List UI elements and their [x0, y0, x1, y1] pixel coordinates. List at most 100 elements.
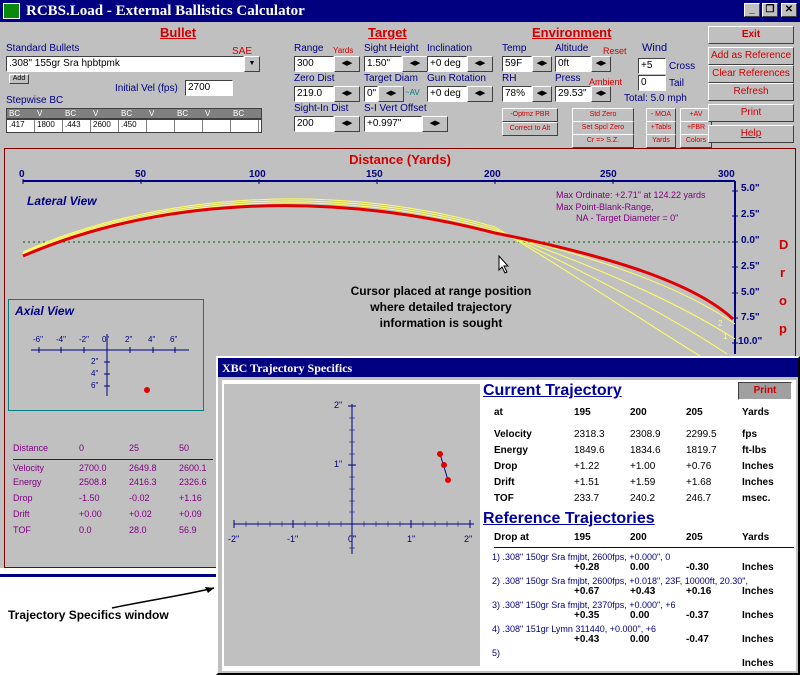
table-cell: +0.09: [179, 509, 202, 519]
bullet-section-title: Bullet: [160, 25, 197, 40]
zero-dist-input[interactable]: 219.0: [294, 86, 334, 102]
rh-spinner[interactable]: ◀▶: [532, 86, 552, 102]
app-icon: [3, 3, 20, 19]
table-cell: fps: [742, 429, 757, 440]
reference-value: +0.43: [630, 586, 656, 597]
bc-cell[interactable]: [231, 120, 259, 132]
optimize-pbr-button[interactable]: -Optmz PBR: [502, 108, 558, 122]
bc-grid-values[interactable]: .417 1800 .443 2600 .450: [6, 119, 262, 133]
table-header: 205: [686, 532, 703, 543]
sight-in-spinner[interactable]: ◀▶: [334, 116, 360, 132]
target-diam-label: Target Diam: [364, 73, 418, 84]
si-vert-spinner[interactable]: ◀▶: [422, 116, 448, 132]
window-title: RCBS.Load - External Ballistics Calculat…: [26, 3, 305, 19]
temp-spinner[interactable]: ◀▶: [532, 56, 552, 72]
reference-desc: 3) .308" 150gr Sra fmjbt, 2370fps, +0.00…: [492, 600, 676, 610]
init-vel-label: Initial Vel (fps): [115, 83, 178, 94]
table-cell: TOF: [494, 493, 514, 504]
altitude-input[interactable]: 0ft: [555, 56, 591, 72]
gun-rotation-input[interactable]: +0 deg: [427, 86, 467, 102]
rh-input[interactable]: 78%: [502, 86, 532, 102]
altitude-spinner[interactable]: ◀▶: [591, 56, 611, 72]
table-row: Drop +1.22 +1.00 +0.76 Inches: [494, 461, 794, 477]
table-cell: 2308.9: [630, 429, 661, 440]
reference-value: +0.16: [686, 586, 712, 597]
restore-button[interactable]: ❐: [762, 3, 778, 17]
gun-rotation-label: Gun Rotation: [427, 73, 486, 84]
axial-view-chart: [31, 334, 189, 396]
table-row: Drift +1.51 +1.59 +1.68 Inches: [494, 477, 794, 493]
close-button[interactable]: ✕: [781, 3, 797, 17]
reference-item: 4) .308" 151gr Lymn 311440, +0.000", +6 …: [492, 624, 796, 648]
table-cell: 1834.6: [630, 445, 661, 456]
tabls-button[interactable]: +Tabls: [646, 121, 676, 135]
press-input[interactable]: 29.53": [555, 86, 591, 102]
std-zero-button[interactable]: Std Zero: [572, 108, 634, 122]
add-bullet-button[interactable]: Add: [9, 74, 29, 84]
reference-item: 1) .308" 150gr Sra fmjbt, 2600fps, +0.00…: [492, 552, 796, 576]
print-button[interactable]: Print: [708, 104, 794, 122]
inclination-input[interactable]: +0 deg: [427, 56, 467, 72]
bullet-dropdown-button[interactable]: ▼: [244, 56, 260, 72]
clear-references-button[interactable]: Clear References: [708, 65, 794, 83]
target-diam-spinner[interactable]: ◀▶: [378, 86, 404, 102]
reference-value: -0.47: [686, 634, 709, 645]
add-reference-button[interactable]: Add as Reference: [708, 47, 794, 65]
table-header: 200: [630, 407, 647, 418]
xbc-title: XBC Trajectory Specifics: [222, 361, 353, 375]
axial-vtick: 4": [91, 369, 99, 378]
correct-to-alt-button[interactable]: Correct to Alt: [502, 122, 558, 136]
wind-tail-input[interactable]: 0: [638, 75, 666, 91]
zero-dist-spinner[interactable]: ◀▶: [334, 86, 360, 102]
minimize-button[interactable]: _: [744, 3, 760, 17]
reference-value: 0.00: [630, 634, 650, 645]
xbc-print-button[interactable]: Print: [738, 382, 792, 400]
bc-cell[interactable]: [203, 120, 231, 132]
table-cell: Drop: [494, 461, 518, 472]
table-header: Drop at: [494, 532, 529, 543]
table-cell: 56.9: [179, 525, 197, 535]
reference-value: [630, 658, 686, 669]
init-vel-input[interactable]: 2700: [185, 80, 233, 96]
ambient-label[interactable]: Ambient: [589, 77, 622, 87]
bc-cell[interactable]: 2600: [91, 120, 119, 132]
moa-button[interactable]: - MOA: [646, 108, 676, 122]
reset-label[interactable]: Reset: [603, 46, 627, 56]
yards-button[interactable]: Yards: [646, 134, 676, 148]
sight-height-spinner[interactable]: ◀▶: [402, 56, 428, 72]
bc-cell[interactable]: 1800: [35, 120, 63, 132]
si-vert-input[interactable]: +0.997": [364, 116, 422, 132]
bc-cell[interactable]: .450: [119, 120, 147, 132]
bc-header: BC: [175, 109, 203, 118]
table-header: 195: [574, 407, 591, 418]
tail-label: Tail: [669, 78, 685, 89]
table-cell: msec.: [742, 493, 771, 504]
range-input[interactable]: 300: [294, 56, 334, 72]
exit-button[interactable]: Exit: [708, 26, 794, 44]
press-spinner[interactable]: ◀▶: [591, 86, 611, 102]
table-cell: +1.51: [574, 477, 600, 488]
temp-input[interactable]: 59F: [502, 56, 532, 72]
bullet-select[interactable]: .308" 155gr Sra hpbtpmk: [6, 56, 244, 72]
cr-sz-button[interactable]: Cr => S.Z.: [572, 134, 634, 148]
wind-cross-input[interactable]: +5: [638, 58, 666, 74]
inclination-spinner[interactable]: ◀▶: [467, 56, 493, 72]
sight-in-input[interactable]: 200: [294, 116, 334, 132]
bc-cell[interactable]: .417: [7, 120, 35, 132]
reference-item: 3) .308" 150gr Sra fmjbt, 2370fps, +0.00…: [492, 600, 796, 624]
gun-rotation-spinner[interactable]: ◀▶: [467, 86, 493, 102]
axial-vtick: 2": [91, 357, 99, 366]
help-button[interactable]: Help: [708, 125, 794, 143]
refresh-button[interactable]: Refresh: [708, 83, 794, 101]
sight-height-input[interactable]: 1.50": [364, 56, 402, 72]
table-header: 195: [574, 532, 591, 543]
reference-value: [686, 658, 742, 669]
bc-cell[interactable]: [147, 120, 175, 132]
bc-cell[interactable]: [175, 120, 203, 132]
set-spcl-zero-button[interactable]: Set Spcl Zero: [572, 121, 634, 135]
table-row: Drift +0.00 +0.02 +0.09: [13, 509, 213, 525]
zero-dist-label: Zero Dist: [294, 73, 335, 84]
target-diam-input[interactable]: 0": [364, 86, 378, 102]
bc-cell[interactable]: .443: [63, 120, 91, 132]
range-spinner[interactable]: ◀▶: [334, 56, 360, 72]
